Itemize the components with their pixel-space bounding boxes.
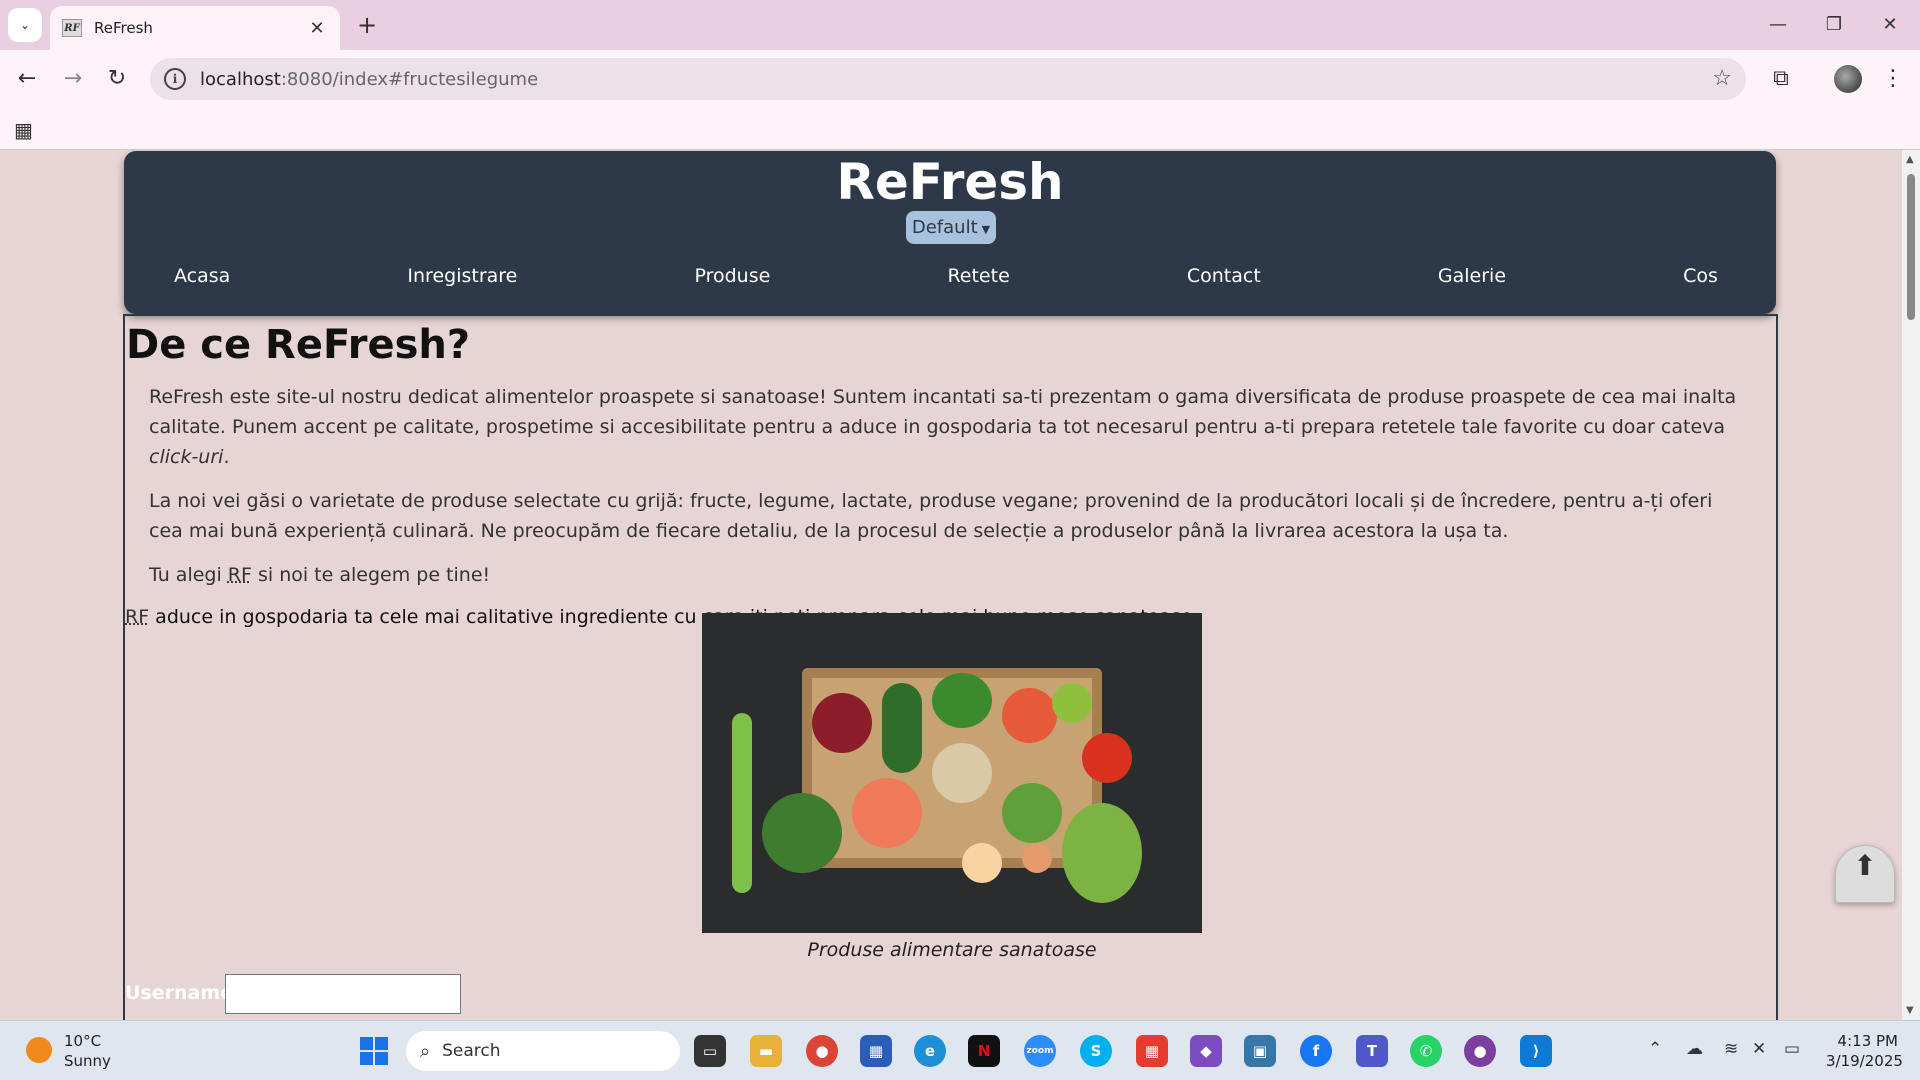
hero-caption: Produse alimentare sanatoase — [807, 939, 1097, 961]
clock-date: 3/19/2025 — [1826, 1052, 1903, 1070]
theme-select-value: Default — [911, 217, 978, 238]
intro-paragraph-1: ReFresh este site-ul nostru dedicat alim… — [149, 382, 1752, 472]
sun-icon[interactable] — [26, 1037, 52, 1063]
nav-link-retete[interactable]: Retete — [947, 256, 1009, 296]
browser-tab-active[interactable]: RF ReFresh ✕ — [50, 6, 340, 50]
teams-icon[interactable]: T — [1356, 1035, 1388, 1067]
ms-store-icon[interactable]: ▦ — [860, 1035, 892, 1067]
p3-after: si noi te alegem pe tine! — [251, 564, 491, 586]
browser-menu-icon[interactable]: ⋮ — [1876, 62, 1910, 96]
battery-icon[interactable]: ▭ — [1784, 1039, 1800, 1059]
chrome-icon[interactable]: ● — [806, 1035, 838, 1067]
task-view-icon[interactable]: ▭ — [694, 1035, 726, 1067]
github-icon[interactable]: ● — [1464, 1035, 1496, 1067]
tab-close-icon[interactable]: ✕ — [306, 18, 328, 39]
browser-toolbar: ← → ↻ i localhost:8080/index#fructesileg… — [0, 50, 1920, 108]
url-text: localhost:8080/index#fructesilegume — [200, 69, 538, 90]
bookmarks-bar: ▦ — [0, 108, 1920, 150]
facebook-icon[interactable]: f — [1300, 1035, 1332, 1067]
hero-figure: Produse alimentare sanatoase — [702, 613, 1202, 961]
scroll-up-arrow-icon[interactable]: ▲ — [1906, 154, 1914, 165]
os-taskbar: 10°C Sunny ⌕ Search ▭ ▬ ● ▦ e N zoom S ▦… — [0, 1020, 1920, 1080]
main-nav: Acasa Inregistrare Produse Retete Contac… — [124, 256, 1776, 296]
office-icon[interactable]: ▦ — [1136, 1035, 1168, 1067]
abbr-rf-2[interactable]: RF — [125, 606, 149, 628]
extensions-puzzle-icon[interactable]: ⧉ — [1764, 62, 1798, 96]
netflix-icon[interactable]: N — [968, 1035, 1000, 1067]
username-input[interactable] — [225, 974, 461, 1014]
intro-paragraph-2: La noi vei găsi o varietate de produse s… — [149, 490, 1713, 542]
m365-icon[interactable]: ◆ — [1190, 1035, 1222, 1067]
whatsapp-icon[interactable]: ✆ — [1410, 1035, 1442, 1067]
site-favicon-icon: RF — [62, 19, 82, 37]
edge-icon[interactable]: e — [914, 1035, 946, 1067]
system-clock[interactable]: 4:13 PM 3/19/2025 — [1826, 1031, 1903, 1071]
speaker-muted-icon[interactable]: ✕ — [1752, 1039, 1766, 1059]
vegetables-crate-image — [702, 613, 1202, 933]
new-tab-plus-icon[interactable]: + — [352, 10, 382, 40]
show-hidden-icons-chevron-icon[interactable]: ⌃ — [1648, 1039, 1662, 1059]
weather-condition: Sunny — [64, 1052, 111, 1070]
nav-link-produse[interactable]: Produse — [694, 256, 770, 296]
window-restore-icon[interactable]: ❐ — [1814, 10, 1854, 40]
windows-start-icon[interactable] — [360, 1037, 388, 1065]
abbr-rf[interactable]: RF — [228, 564, 252, 586]
clock-time: 4:13 PM — [1837, 1032, 1898, 1050]
p3-before: Tu alegi — [149, 564, 228, 586]
python-icon[interactable]: ▣ — [1244, 1035, 1276, 1067]
nav-link-acasa[interactable]: Acasa — [174, 256, 230, 296]
nav-link-cos[interactable]: Cos — [1683, 256, 1718, 296]
search-icon: ⌕ — [420, 1040, 431, 1062]
skype-icon[interactable]: S — [1080, 1035, 1112, 1067]
nav-link-inregistrare[interactable]: Inregistrare — [407, 256, 517, 296]
page-viewport: ReFresh Default ▼ Acasa Inregistrare Prod… — [0, 150, 1902, 1020]
section-heading: De ce ReFresh? — [126, 322, 471, 368]
wifi-icon[interactable]: ≋ — [1724, 1039, 1738, 1059]
intro-paragraph-3: Tu alegi RF si noi te alegem pe tine! — [149, 560, 1752, 590]
tab-title: ReFresh — [94, 19, 153, 37]
weather-widget[interactable]: 10°C Sunny — [64, 1031, 111, 1071]
zoom-icon[interactable]: zoom — [1024, 1035, 1056, 1067]
tab-search-icon[interactable]: ⌄ — [8, 8, 42, 42]
scroll-down-arrow-icon[interactable]: ▼ — [1906, 1005, 1914, 1016]
weather-temperature: 10°C — [64, 1032, 102, 1050]
arrow-up-icon: ⬆ — [1853, 849, 1877, 882]
window-close-icon[interactable]: ✕ — [1870, 10, 1910, 40]
main-content: De ce ReFresh? ReFresh este site-ul nost… — [123, 314, 1778, 1020]
intro-paragraph-1-text: ReFresh este site-ul nostru dedicat alim… — [149, 386, 1737, 438]
onedrive-cloud-icon[interactable]: ☁ — [1686, 1039, 1703, 1059]
chevron-down-icon: ▼ — [981, 223, 991, 236]
page-scrollbar[interactable]: ▲ ▼ — [1902, 150, 1920, 1020]
nav-link-contact[interactable]: Contact — [1187, 256, 1261, 296]
reload-icon[interactable]: ↻ — [100, 62, 134, 96]
url-path: :8080/index#fructesilegume — [280, 68, 539, 90]
site-header: ReFresh Default ▼ Acasa Inregistrare Prod… — [124, 151, 1776, 314]
back-to-top-button[interactable]: ⬆ — [1835, 845, 1895, 903]
back-arrow-icon[interactable]: ← — [10, 62, 44, 96]
apps-grid-icon[interactable]: ▦ — [14, 118, 33, 142]
site-info-icon[interactable]: i — [164, 68, 186, 90]
username-label: Username: — [125, 982, 241, 1004]
taskbar-search-label: Search — [442, 1041, 501, 1061]
file-explorer-icon[interactable]: ▬ — [750, 1035, 782, 1067]
scrollbar-thumb[interactable] — [1907, 174, 1915, 320]
emphasis-click-uri: click-uri — [149, 446, 224, 468]
url-host: localhost — [200, 68, 281, 90]
browser-tab-bar: ⌄ RF ReFresh ✕ + — ❐ ✕ — [0, 0, 1920, 50]
address-bar[interactable]: i localhost:8080/index#fructesilegume ☆ — [150, 58, 1746, 100]
taskbar-search[interactable]: ⌕ Search — [406, 1031, 680, 1071]
bookmark-star-icon[interactable]: ☆ — [1712, 66, 1732, 91]
forward-arrow-icon[interactable]: → — [56, 62, 90, 96]
intro-paragraph-1-end: . — [223, 446, 230, 468]
theme-select[interactable]: Default ▼ — [906, 211, 996, 244]
profile-avatar[interactable] — [1834, 65, 1862, 93]
site-brand-title: ReFresh — [836, 153, 1064, 211]
window-minimize-icon[interactable]: — — [1758, 10, 1798, 40]
vscode-icon[interactable]: ⟩ — [1520, 1035, 1552, 1067]
nav-link-galerie[interactable]: Galerie — [1438, 256, 1506, 296]
